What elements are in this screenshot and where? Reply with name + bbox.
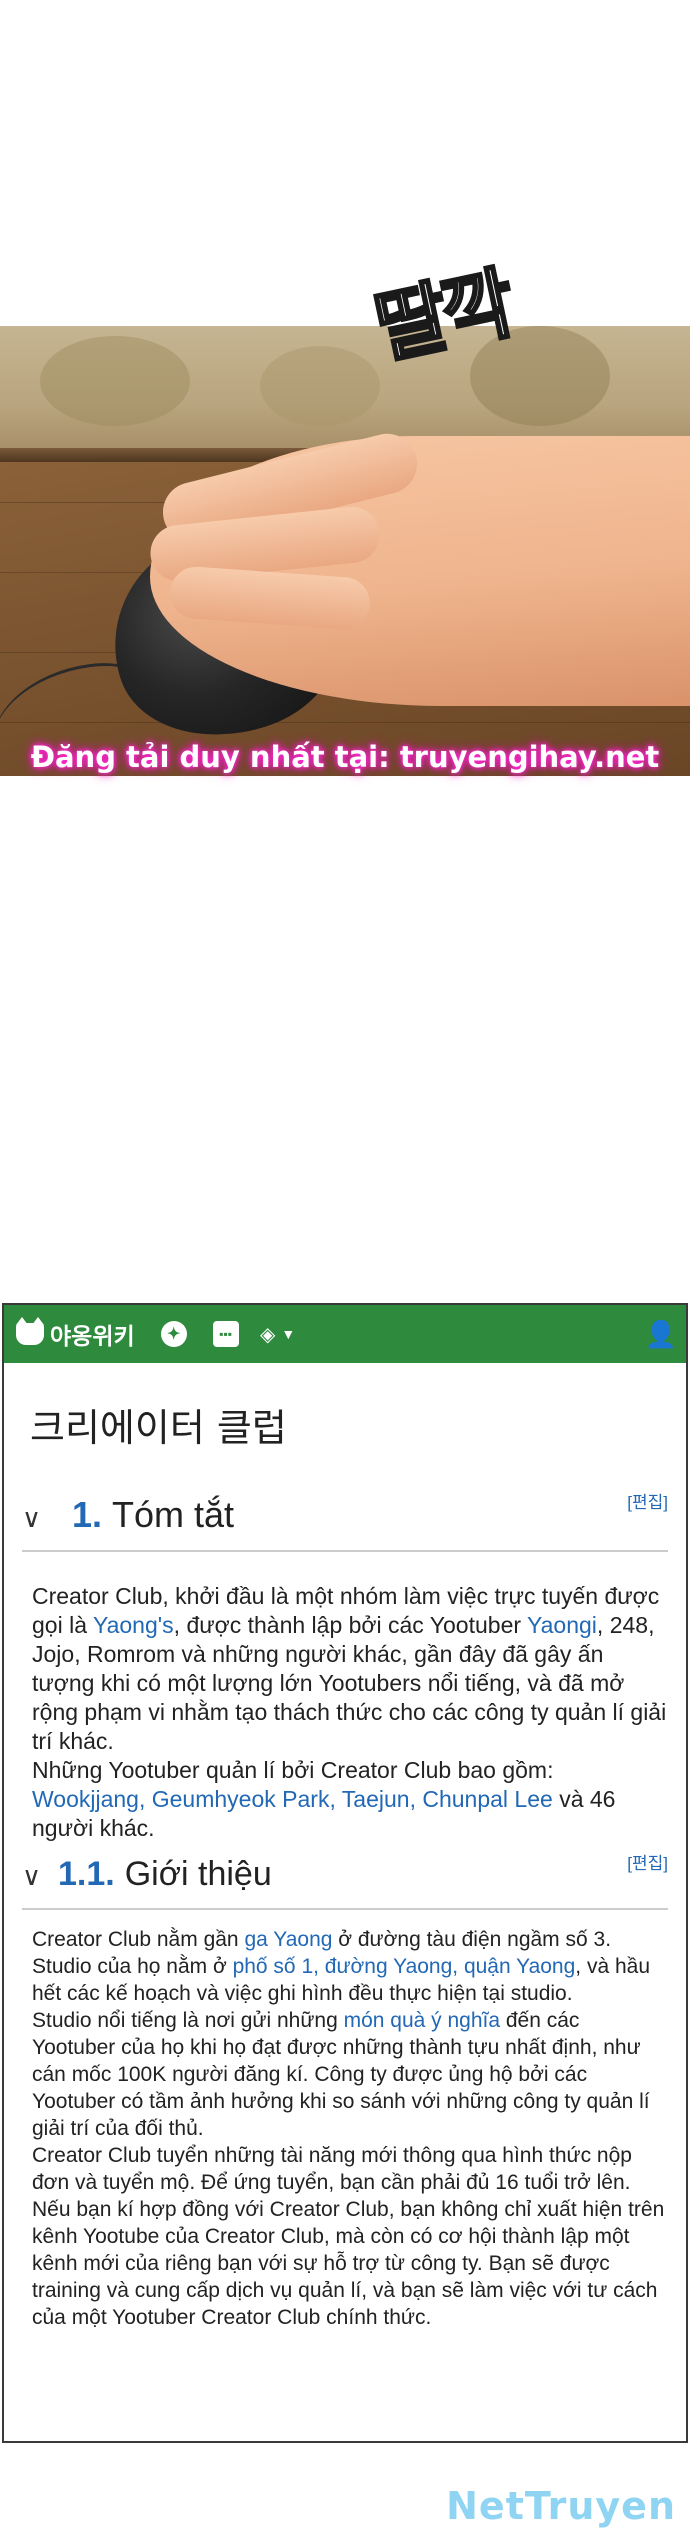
wiki-page: 야옹위키 ✦ ▪▪▪ ◈ ▼ 👤 크리에이터 클럽 ∨ 1. Tóm tắt [편… <box>2 1303 688 2443</box>
link-gift[interactable]: món quà ý nghĩa <box>344 2009 500 2032</box>
caret-down-icon: ▼ <box>281 1326 296 1342</box>
page-title: 크리에이터 클럽 <box>30 1406 287 1450</box>
summary-paragraph: Creator Club, khởi đầu là một nhóm làm v… <box>32 1583 667 1841</box>
section-title: Giới thiệu <box>124 1855 272 1893</box>
link-address[interactable]: phố số 1, đường Yaong, quận Yaong <box>233 1955 576 1978</box>
cat-logo-icon <box>16 1317 44 1345</box>
edit-link[interactable]: [편집] <box>627 1849 668 1874</box>
subsection-heading[interactable]: ∨ 1.1. Giới thiệu [편집] <box>22 1854 668 1910</box>
cube-icon[interactable]: ◈ ▼ <box>260 1321 295 1347</box>
section-title: Tóm tắt <box>112 1494 235 1535</box>
chat-icon[interactable]: ▪▪▪ <box>212 1321 239 1347</box>
section-number: 1.1. <box>58 1855 115 1893</box>
wall-pattern <box>260 346 380 426</box>
comic-panel <box>0 326 690 776</box>
chevron-down-icon[interactable]: ∨ <box>22 1503 72 1534</box>
user-icon[interactable]: 👤 <box>645 1319 677 1349</box>
section-number: 1. <box>72 1494 103 1535</box>
link-ga-yaong[interactable]: ga Yaong <box>244 1928 332 1951</box>
footer-watermark: NetTruyen <box>446 2484 676 2528</box>
site-name: 야옹위키 <box>50 1324 135 1350</box>
link-members[interactable]: Wookjjang, Geumhyeok Park, Taejun, Chunp… <box>32 1786 553 1812</box>
wall-pattern <box>40 336 190 426</box>
intro-paragraph: Creator Club nằm gần ga Yaong ở đường tà… <box>32 1928 665 2329</box>
edit-link[interactable]: [편집] <box>627 1488 668 1513</box>
chevron-down-icon[interactable]: ∨ <box>22 1861 58 1892</box>
site-watermark: Đăng tải duy nhất tại: truyengihay.net <box>30 740 660 774</box>
section-heading[interactable]: ∨ 1. Tóm tắt [편집] <box>22 1493 668 1552</box>
link-yaongi[interactable]: Yaongi <box>527 1612 597 1638</box>
link-yaongs[interactable]: Yaong's <box>93 1612 174 1638</box>
compass-icon[interactable]: ✦ <box>160 1321 187 1347</box>
wiki-navbar: 야옹위키 ✦ ▪▪▪ ◈ ▼ 👤 <box>4 1305 686 1363</box>
site-logo[interactable]: 야옹위키 <box>16 1317 135 1351</box>
